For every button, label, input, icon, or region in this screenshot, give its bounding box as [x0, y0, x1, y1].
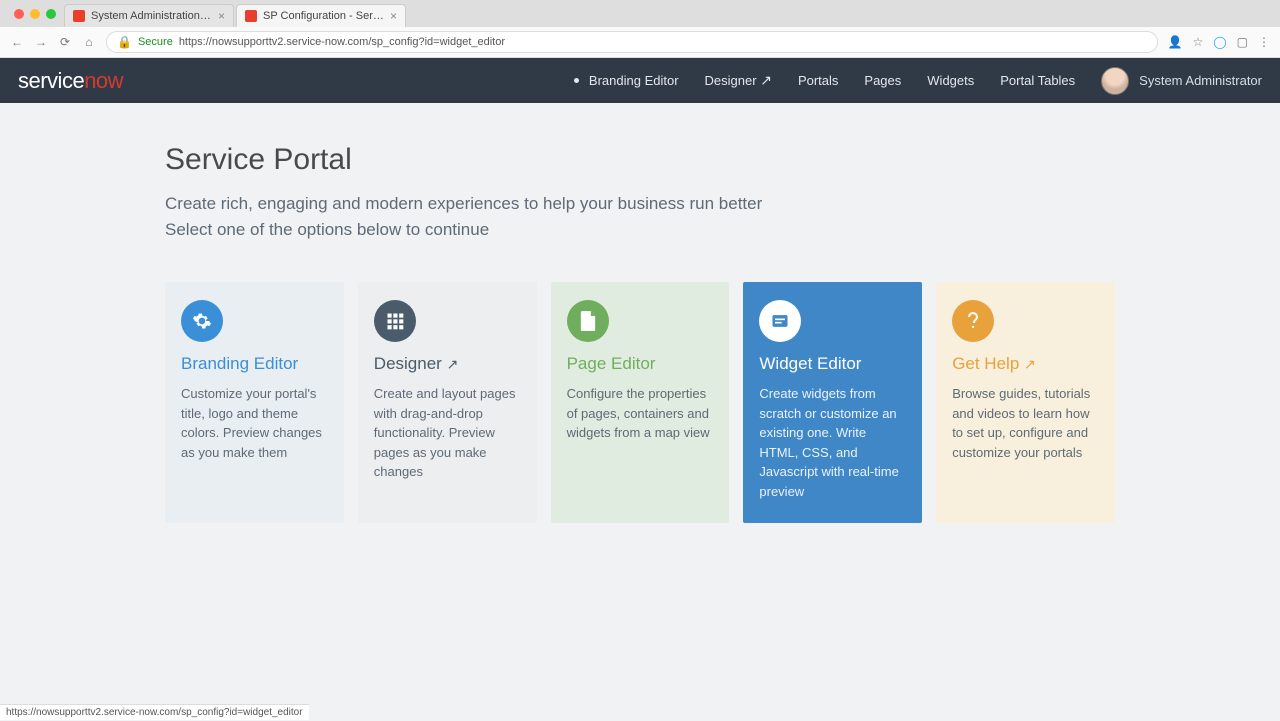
card-desc: Create widgets from scratch or customize… — [759, 384, 906, 501]
card-widget-editor[interactable]: Widget Editor Create widgets from scratc… — [743, 282, 922, 523]
card-title: Page Editor — [567, 354, 714, 374]
browser-chrome: System Administration | Servi... × SP Co… — [0, 0, 1280, 58]
card-grid: Branding Editor Customize your portal's … — [165, 282, 1115, 523]
external-link-icon: ↗ — [760, 72, 772, 88]
minimize-window-icon[interactable] — [30, 9, 40, 19]
gear-icon — [181, 300, 223, 342]
external-link-icon: ↗ — [1024, 356, 1036, 372]
reload-button[interactable]: ⟳ — [58, 35, 72, 49]
address-bar-row: ← → ⟳ ⌂ 🔒 Secure https://nowsupporttv2.s… — [0, 27, 1280, 57]
menu-icon[interactable]: ⋮ — [1258, 35, 1270, 49]
maximize-window-icon[interactable] — [46, 9, 56, 19]
browser-tab-2[interactable]: SP Configuration - Service Po... × — [236, 4, 406, 27]
card-page-editor[interactable]: Page Editor Configure the properties of … — [551, 282, 730, 523]
extension-square-icon[interactable]: ▢ — [1237, 35, 1248, 49]
help-icon — [952, 300, 994, 342]
card-desc: Create and layout pages with drag-and-dr… — [374, 384, 521, 482]
lock-icon: 🔒 — [117, 35, 132, 49]
card-title: Designer ↗ — [374, 354, 521, 374]
url-text: https://nowsupporttv2.service-now.com/sp… — [179, 36, 505, 48]
grid-icon — [374, 300, 416, 342]
forward-button[interactable]: → — [34, 35, 48, 49]
nav-pages[interactable]: Pages — [864, 73, 901, 88]
favicon-icon — [245, 10, 257, 22]
close-tab-icon[interactable]: × — [218, 9, 225, 23]
secure-label: Secure — [138, 36, 173, 48]
card-title: Widget Editor — [759, 354, 906, 374]
close-tab-icon[interactable]: × — [390, 9, 397, 23]
back-button[interactable]: ← — [10, 35, 24, 49]
nav-portals[interactable]: Portals — [798, 73, 838, 88]
widget-icon — [759, 300, 801, 342]
card-desc: Customize your portal's title, logo and … — [181, 384, 328, 462]
url-bar[interactable]: 🔒 Secure https://nowsupporttv2.service-n… — [106, 31, 1158, 53]
card-desc: Browse guides, tutorials and videos to l… — [952, 384, 1099, 462]
user-name: System Administrator — [1139, 73, 1262, 88]
browser-extensions: 👤 ☆ ◯ ▢ ⋮ — [1168, 35, 1271, 49]
tab-title: System Administration | Servi... — [91, 10, 212, 22]
status-url: https://nowsupporttv2.service-now.com/sp… — [6, 707, 303, 718]
page-body: Service Portal Create rich, engaging and… — [0, 103, 1280, 721]
window-controls[interactable] — [6, 0, 64, 27]
lead-line-1: Create rich, engaging and modern experie… — [165, 191, 1115, 217]
card-get-help[interactable]: Get Help ↗ Browse guides, tutorials and … — [936, 282, 1115, 523]
browser-tabbar: System Administration | Servi... × SP Co… — [0, 0, 1280, 27]
top-nav: Branding Editor Designer ↗ Portals Pages… — [574, 67, 1262, 95]
card-branding-editor[interactable]: Branding Editor Customize your portal's … — [165, 282, 344, 523]
browser-tab-1[interactable]: System Administration | Servi... × — [64, 4, 234, 27]
logo[interactable]: servicenow — [18, 68, 123, 94]
page-title: Service Portal — [165, 143, 1115, 177]
page-lead: Create rich, engaging and modern experie… — [165, 191, 1115, 242]
nav-portal-tables[interactable]: Portal Tables — [1000, 73, 1075, 88]
external-link-icon: ↗ — [447, 356, 459, 372]
content-container: Service Portal Create rich, engaging and… — [165, 143, 1115, 523]
avatar — [1101, 67, 1129, 95]
app-header: servicenow Branding Editor Designer ↗ Po… — [0, 58, 1280, 103]
tab-title: SP Configuration - Service Po... — [263, 10, 384, 22]
favicon-icon — [73, 10, 85, 22]
card-desc: Configure the properties of pages, conta… — [567, 384, 714, 443]
home-button[interactable]: ⌂ — [82, 35, 96, 49]
card-designer[interactable]: Designer ↗ Create and layout pages with … — [358, 282, 537, 523]
user-icon[interactable]: 👤 — [1168, 35, 1183, 49]
lead-line-2: Select one of the options below to conti… — [165, 217, 1115, 243]
logo-text-now: now — [84, 68, 123, 93]
extension-icon[interactable]: ◯ — [1213, 35, 1226, 49]
status-bar: https://nowsupporttv2.service-now.com/sp… — [0, 704, 309, 720]
close-window-icon[interactable] — [14, 9, 24, 19]
card-title: Get Help ↗ — [952, 354, 1099, 374]
logo-text-service: service — [18, 68, 84, 93]
card-title: Branding Editor — [181, 354, 328, 374]
nav-widgets[interactable]: Widgets — [927, 73, 974, 88]
page-icon — [567, 300, 609, 342]
nav-designer[interactable]: Designer ↗ — [705, 72, 772, 89]
bookmark-icon[interactable]: ☆ — [1192, 35, 1203, 49]
nav-branding-editor[interactable]: Branding Editor — [589, 73, 679, 88]
user-menu[interactable]: System Administrator — [1101, 67, 1262, 95]
active-indicator-icon — [574, 78, 579, 83]
